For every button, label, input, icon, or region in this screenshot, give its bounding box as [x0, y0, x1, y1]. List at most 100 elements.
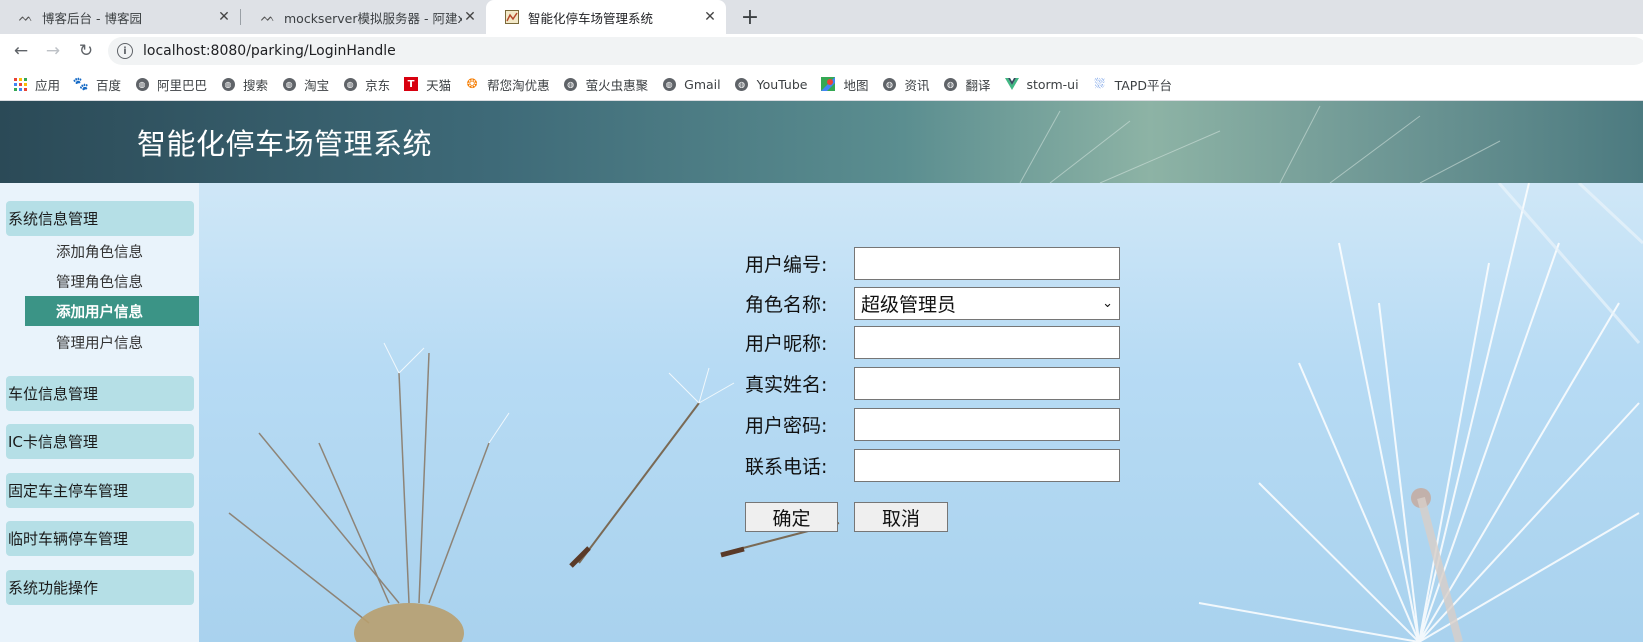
bookmark-news[interactable]: ◍ 资讯: [882, 75, 929, 94]
bookmark-youtube[interactable]: ◍ YouTube: [735, 76, 808, 92]
bookmark-label: YouTube: [756, 76, 808, 92]
swirl-icon: ❂: [466, 76, 478, 92]
tab-parking-system[interactable]: 智能化停车场管理系统 ✕: [486, 0, 726, 34]
bookmark-label: 应用: [35, 77, 61, 93]
phone-label: 联系电话:: [745, 456, 828, 478]
bookmark-label: 百度: [96, 77, 122, 93]
tab-title: 智能化停车场管理系统: [528, 10, 654, 26]
browser-tab-strip: ᨓ 博客后台 - 博客园 ✕ ᨓ mockserver模拟服务器 - 阿建xj …: [0, 0, 1643, 34]
menu-system-functions[interactable]: 系统功能操作: [6, 570, 194, 605]
globe-icon: ◍: [282, 77, 296, 91]
globe-icon: ◍: [564, 77, 578, 91]
bookmark-label: storm-ui: [1026, 76, 1079, 92]
url-text: localhost:8080/parking/LoginHandle: [143, 43, 396, 59]
bookmark-apps[interactable]: 应用: [13, 75, 60, 94]
menu-system-info[interactable]: 系统信息管理: [6, 201, 194, 236]
bookmark-label: 京东: [365, 77, 391, 93]
cancel-button[interactable]: 取消: [854, 502, 948, 532]
realname-label: 真实姓名:: [745, 374, 828, 396]
menu-parking-space[interactable]: 车位信息管理: [6, 376, 194, 411]
bookmark-jd[interactable]: ◍ 京东: [343, 75, 390, 94]
bookmark-label: 淘宝: [304, 77, 330, 93]
realname-input[interactable]: [854, 367, 1120, 400]
forward-arrow-icon[interactable]: →: [41, 39, 65, 63]
tab-mockserver[interactable]: ᨓ mockserver模拟服务器 - 阿建xj ✕: [242, 0, 486, 34]
bookmark-coupons[interactable]: ❂ 帮您淘优惠: [465, 75, 550, 94]
bookmark-gmail[interactable]: ◍ Gmail: [662, 77, 721, 92]
bookmark-baidu[interactable]: 🐾 百度: [72, 75, 122, 94]
bookmark-label: 资讯: [904, 77, 930, 93]
menu-ic-card[interactable]: IC卡信息管理: [6, 424, 194, 459]
submenu-add-role[interactable]: 添加角色信息: [56, 241, 143, 262]
bookmark-tapd[interactable]: ⛆ TAPD平台: [1093, 75, 1172, 94]
bookmark-label: 萤火虫惠聚: [585, 77, 649, 93]
bookmarks-bar: 应用 🐾 百度 ◍ 阿里巴巴 ◍ 搜索 ◍ 淘宝 ◍ 京东 T 天猫 ❂ 帮您淘…: [0, 68, 1643, 101]
bookmark-tmall[interactable]: T 天猫: [404, 75, 451, 94]
bookmark-label: 翻译: [965, 77, 991, 93]
role-select[interactable]: 超级管理员 ⌄: [854, 287, 1120, 320]
close-icon[interactable]: ✕: [216, 9, 232, 25]
bookmark-search[interactable]: ◍ 搜索: [221, 75, 268, 94]
bookmark-maps[interactable]: 地图: [821, 75, 868, 94]
bookmark-label: 地图: [843, 77, 869, 93]
globe-icon: ◍: [221, 77, 235, 91]
bookmark-label: TAPD平台: [1114, 77, 1172, 93]
globe-icon: ◍: [662, 77, 676, 91]
nickname-input[interactable]: [854, 326, 1120, 359]
role-row: 角色名称: 超级管理员 ⌄: [745, 287, 1120, 320]
password-row: 用户密码:: [745, 408, 1120, 441]
sidebar: 系统信息管理 添加角色信息 管理角色信息 添加用户信息 管理用户信息 车位信息管…: [0, 183, 199, 642]
close-icon[interactable]: ✕: [702, 9, 718, 25]
bookmark-firefly[interactable]: ◍ 萤火虫惠聚: [564, 75, 649, 94]
role-selected-value: 超级管理员: [861, 294, 957, 316]
bookmark-label: 搜索: [243, 77, 269, 93]
tab-title: mockserver模拟服务器 - 阿建xj: [284, 10, 462, 26]
realname-row: 真实姓名:: [745, 367, 1120, 400]
tapd-icon: ⛆: [1094, 76, 1105, 92]
browser-toolbar: ← → ↻ i localhost:8080/parking/LoginHand…: [0, 34, 1643, 68]
user-id-label: 用户编号:: [745, 254, 828, 276]
tmall-icon: T: [404, 77, 419, 91]
nickname-label: 用户昵称:: [745, 333, 828, 355]
bookmark-label: 阿里巴巴: [157, 77, 208, 93]
parking-site-icon: [504, 9, 520, 25]
page-header: 智能化停车场管理系统: [0, 101, 1643, 183]
bookmark-label: 天猫: [426, 77, 452, 93]
cnblogs-icon: ᨓ: [18, 9, 34, 24]
bookmark-alibaba[interactable]: ◍ 阿里巴巴: [135, 75, 207, 94]
password-input[interactable]: [854, 408, 1120, 441]
tab-title: 博客后台 - 博客园: [42, 10, 142, 26]
globe-icon: ◍: [735, 77, 749, 91]
menu-fixed-owner-parking[interactable]: 固定车主停车管理: [6, 473, 194, 508]
menu-temporary-parking[interactable]: 临时车辆停车管理: [6, 521, 194, 556]
globe-icon: ◍: [343, 77, 357, 91]
main-content: 系统信息管理 添加角色信息 管理角色信息 添加用户信息 管理用户信息 车位信息管…: [0, 183, 1643, 642]
reload-icon[interactable]: ↻: [74, 39, 98, 63]
header-dandelion-decoration: [1019, 105, 1501, 183]
back-arrow-icon[interactable]: ←: [9, 39, 33, 63]
bookmark-label: 帮您淘优惠: [487, 77, 550, 93]
phone-row: 联系电话:: [745, 449, 1120, 482]
close-icon[interactable]: ✕: [462, 9, 478, 25]
bookmark-storm-ui[interactable]: storm-ui: [1004, 76, 1079, 92]
apps-icon: [13, 77, 27, 91]
info-icon[interactable]: i: [117, 43, 133, 59]
new-tab-button[interactable]: +: [737, 4, 763, 30]
web-page: 智能化停车场管理系统 系统信息管理 添加角色信息 管理角色信息 添加用户信息 管…: [0, 101, 1643, 642]
phone-input[interactable]: [854, 449, 1120, 482]
bookmark-taobao[interactable]: ◍ 淘宝: [282, 75, 329, 94]
app-title: 智能化停车场管理系统: [137, 127, 433, 161]
bookmark-translate[interactable]: ◍ 翻译: [943, 75, 991, 94]
role-label: 角色名称:: [745, 294, 828, 316]
tab-blog-admin[interactable]: ᨓ 博客后台 - 博客园 ✕: [0, 0, 240, 34]
vue-icon: [1004, 77, 1019, 91]
baidu-icon: 🐾: [72, 76, 90, 92]
user-id-input[interactable]: [854, 247, 1120, 280]
submenu-add-user[interactable]: 添加用户信息: [25, 296, 199, 326]
chevron-down-icon: ⌄: [1102, 296, 1113, 311]
address-bar[interactable]: i localhost:8080/parking/LoginHandle: [108, 37, 1643, 65]
maps-icon: [821, 77, 836, 91]
submenu-manage-role[interactable]: 管理角色信息: [56, 271, 143, 292]
submenu-manage-user[interactable]: 管理用户信息: [56, 332, 143, 353]
confirm-button[interactable]: 确定: [745, 502, 838, 532]
